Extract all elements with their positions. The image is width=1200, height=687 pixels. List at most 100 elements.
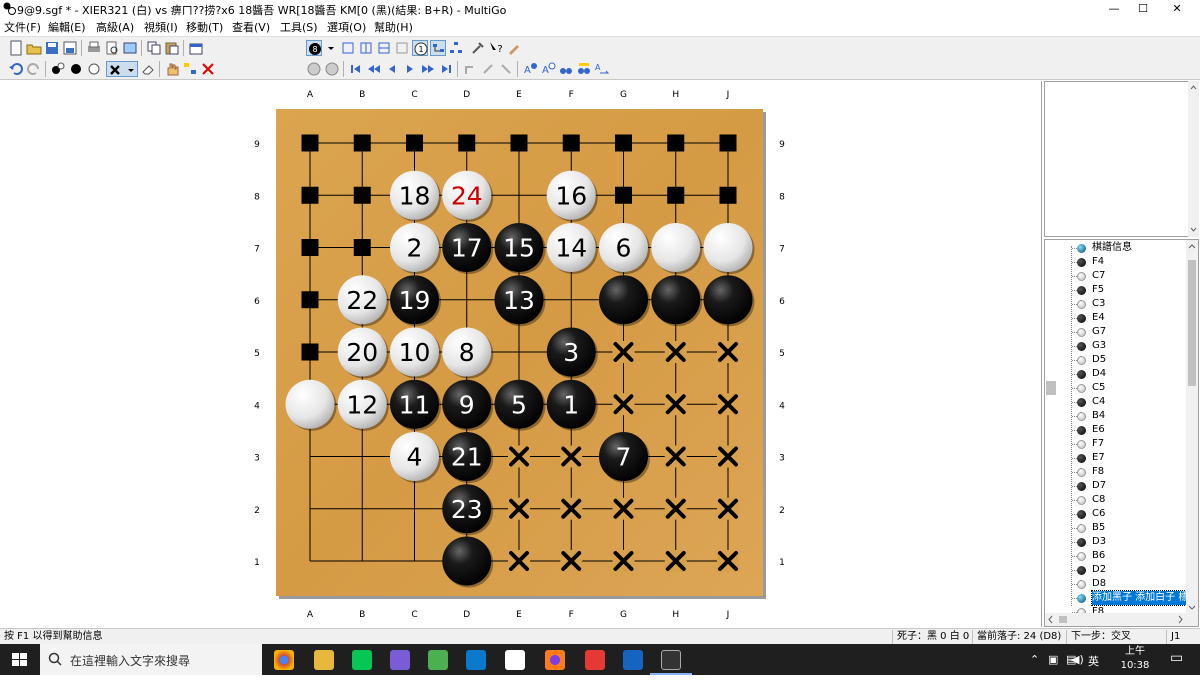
tree-node[interactable]: E4	[1045, 311, 1185, 325]
search-comment-icon[interactable]	[576, 61, 592, 77]
alternate-stones-icon[interactable]	[50, 61, 66, 77]
tree-node[interactable]: C7	[1045, 269, 1185, 283]
print-icon[interactable]	[86, 40, 102, 56]
close-button[interactable]: ✕	[1160, 0, 1194, 18]
redo-icon[interactable]	[26, 61, 42, 77]
tree-node[interactable]: B4	[1045, 409, 1185, 423]
next-move-icon[interactable]	[402, 61, 418, 77]
menu-edit[interactable]: 編輯(E)	[48, 19, 86, 35]
file-explorer-icon[interactable]	[314, 650, 334, 670]
ime-indicator[interactable]: 英	[1088, 653, 1099, 669]
comment-scrollbar[interactable]	[1188, 81, 1199, 237]
prev-move-icon[interactable]	[384, 61, 400, 77]
tree-node[interactable]: D2	[1045, 563, 1185, 577]
find-white-icon[interactable]: A	[540, 61, 556, 77]
paste-icon[interactable]	[164, 40, 180, 56]
tray-volume-icon[interactable]: ◀)	[1071, 653, 1084, 666]
tree-node[interactable]: D4	[1045, 367, 1185, 381]
last-move-icon[interactable]	[438, 61, 454, 77]
hand-icon[interactable]	[164, 61, 180, 77]
game-tree-panel[interactable]: 棋譜信息 F4 C7 F5 C3 E4 G7 G3 D5 D4 C5 C4 B4 E6 F7 E7 F8 D7 C8…	[1044, 239, 1199, 627]
media-player-icon[interactable]	[505, 650, 525, 670]
tree-node[interactable]: D5	[1045, 353, 1185, 367]
tree-vertical-scrollbar[interactable]	[1186, 240, 1198, 614]
menu-help[interactable]: 幫助(H)	[374, 19, 413, 35]
tree-node[interactable]: C4	[1045, 395, 1185, 409]
auto-play-icon[interactable]	[306, 61, 322, 77]
tree-node[interactable]: C3	[1045, 297, 1185, 311]
panel-splitter-handle[interactable]	[1046, 381, 1056, 395]
image-editor-icon[interactable]	[428, 650, 448, 670]
tree-node[interactable]: D8	[1045, 577, 1185, 591]
board-view-2-icon[interactable]	[358, 40, 374, 56]
tree-node[interactable]: F8	[1045, 465, 1185, 479]
tray-clock[interactable]: 上午 10:38 2024/3/31	[1110, 645, 1161, 687]
help-cursor-icon[interactable]: ?	[488, 40, 504, 56]
menu-file[interactable]: 文件(F)	[4, 19, 41, 35]
multigo-taskbar-icon[interactable]	[661, 650, 681, 670]
fast-forward-icon[interactable]	[420, 61, 436, 77]
anydesk-icon[interactable]	[585, 650, 605, 670]
tree-node[interactable]: F4	[1045, 255, 1185, 269]
white-stone-icon[interactable]	[86, 61, 102, 77]
tree-node[interactable]: E6	[1045, 423, 1185, 437]
copy-icon[interactable]	[146, 40, 162, 56]
tree-node[interactable]: D3	[1045, 535, 1185, 549]
info-icon[interactable]: 1	[412, 40, 428, 56]
menu-move[interactable]: 移動(T)	[186, 19, 223, 35]
notification-icon[interactable]: ▭	[1170, 650, 1183, 666]
tree-node[interactable]: C6	[1045, 507, 1185, 521]
tree-node[interactable]: G3	[1045, 339, 1185, 353]
chrome-icon[interactable]	[274, 650, 294, 670]
board-view-1-icon[interactable]	[340, 40, 356, 56]
branch-next-icon[interactable]	[498, 61, 514, 77]
vscode-icon[interactable]	[466, 650, 486, 670]
start-button[interactable]	[0, 644, 40, 675]
tree-node[interactable]: B5	[1045, 521, 1185, 535]
stop-play-icon[interactable]	[324, 61, 340, 77]
tree-node[interactable]: E7	[1045, 451, 1185, 465]
brush-icon[interactable]	[506, 40, 522, 56]
new-file-icon[interactable]	[8, 40, 24, 56]
number-display-icon[interactable]: 8	[306, 40, 322, 56]
undo-icon[interactable]	[8, 61, 24, 77]
board-view-3-icon[interactable]	[376, 40, 392, 56]
branch-icon[interactable]	[448, 40, 464, 56]
menu-options[interactable]: 選項(O)	[327, 19, 366, 35]
tree-node[interactable]: D7	[1045, 479, 1185, 493]
tree-node[interactable]: 棋譜信息	[1045, 241, 1185, 255]
menu-video[interactable]: 視頻(I)	[144, 19, 178, 35]
tree-node[interactable]: F5	[1045, 283, 1185, 297]
arrange-icon[interactable]	[182, 61, 198, 77]
save-icon[interactable]	[44, 40, 60, 56]
tools-icon[interactable]	[470, 40, 486, 56]
go-board[interactable]: AABBCCDDEEFFGGHHJJ9 98 87 76 65 54 43 32 21 1 234…	[0, 81, 1042, 627]
tray-chevron-icon[interactable]: ⌃	[1030, 653, 1039, 666]
print-preview-icon[interactable]	[104, 40, 120, 56]
delete-icon[interactable]	[200, 61, 216, 77]
fast-back-icon[interactable]	[366, 61, 382, 77]
black-stone-icon[interactable]	[68, 61, 84, 77]
tree-node[interactable]: C8	[1045, 493, 1185, 507]
board-view-4-icon[interactable]	[394, 40, 410, 56]
open-folder-icon[interactable]	[26, 40, 42, 56]
tree-node[interactable]: 添加黑子 添加白子 標記	[1045, 590, 1198, 606]
binoculars-icon[interactable]	[558, 61, 574, 77]
comment-panel[interactable]	[1044, 81, 1199, 237]
firefox-icon[interactable]	[545, 650, 565, 670]
tree-view-icon[interactable]	[430, 40, 446, 56]
remote-desktop-icon[interactable]	[623, 650, 643, 670]
menu-tools[interactable]: 工具(S)	[280, 19, 318, 35]
eraser-icon[interactable]	[140, 61, 156, 77]
tree-node[interactable]: F7	[1045, 437, 1185, 451]
find-black-icon[interactable]: A	[522, 61, 538, 77]
first-move-icon[interactable]	[348, 61, 364, 77]
branch-up-icon[interactable]	[462, 61, 478, 77]
replace-icon[interactable]: A	[594, 61, 610, 77]
save-as-icon[interactable]	[62, 40, 78, 56]
tree-node[interactable]: G7	[1045, 325, 1185, 339]
tray-network-icon[interactable]: ▣	[1048, 653, 1058, 666]
crystal-app-icon[interactable]	[390, 650, 410, 670]
menu-view[interactable]: 查看(V)	[232, 19, 270, 35]
line-app-icon[interactable]	[352, 650, 372, 670]
